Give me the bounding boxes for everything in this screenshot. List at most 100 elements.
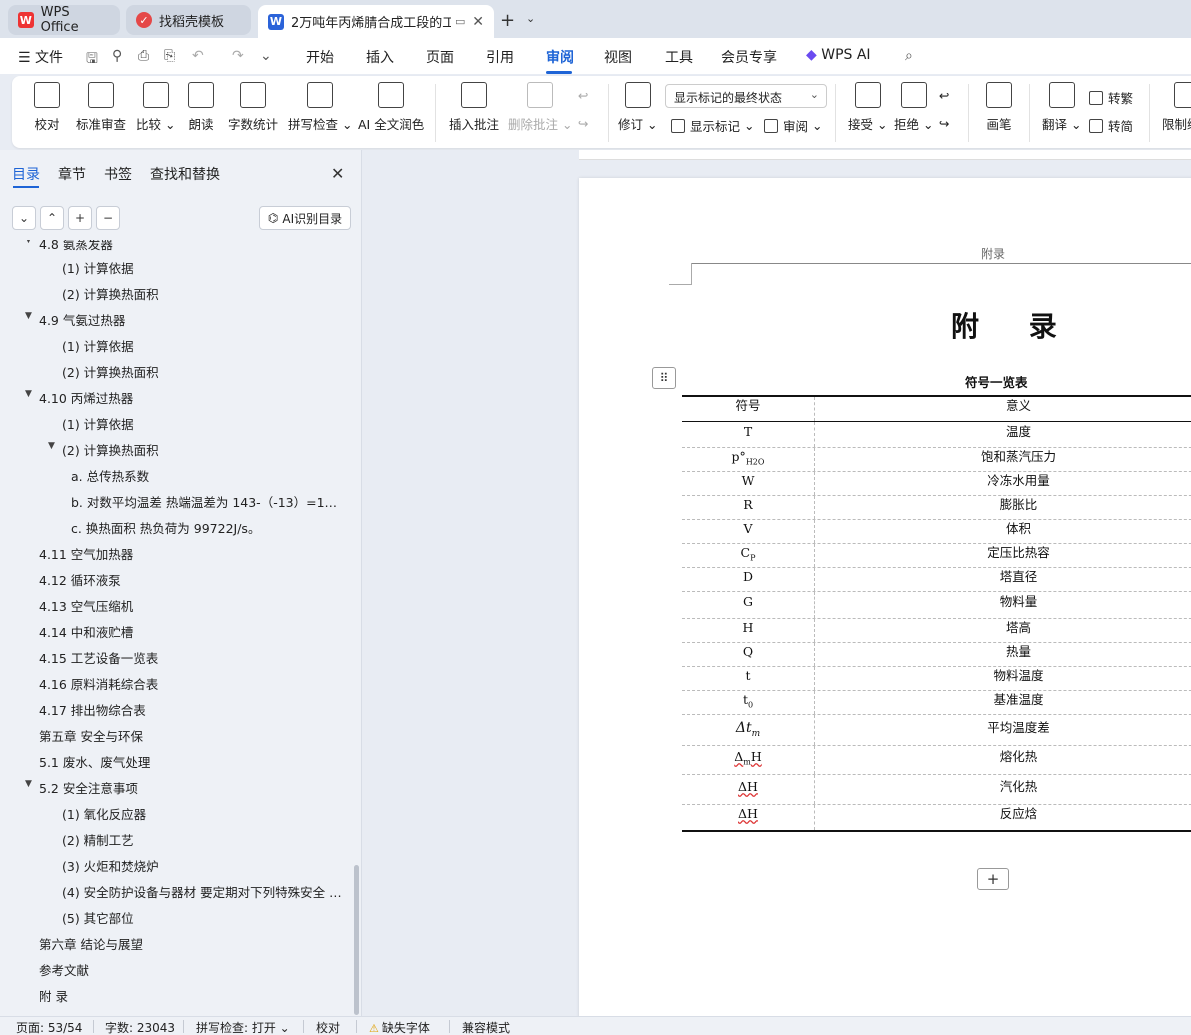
meaning-cell[interactable]: 塔直径	[815, 568, 1191, 591]
file-menu[interactable]: ☰ 文件	[18, 47, 63, 67]
expand-up-button[interactable]: ⌃	[40, 206, 64, 230]
proofread-status[interactable]: 校对	[316, 1019, 340, 1035]
expand-caret-icon[interactable]: ▼	[25, 240, 32, 245]
page-header[interactable]: 附录	[981, 245, 1005, 262]
delete-comment-button[interactable]: 删除批注 ⌄	[508, 82, 572, 133]
remove-heading-button[interactable]: −	[96, 206, 120, 230]
meaning-cell[interactable]: 塔高	[815, 619, 1191, 642]
toc-item[interactable]: (5) 其它部位	[62, 908, 134, 927]
search-icon[interactable]: ⌕	[905, 48, 913, 64]
tab-document[interactable]: W 2万吨年丙烯腈合成工段的工艺 ▭ ✕	[258, 5, 494, 38]
table-move-handle-icon[interactable]: ⠿	[652, 367, 676, 389]
symbol-cell[interactable]: ΔmH	[682, 746, 815, 774]
menu-view[interactable]: 视图	[604, 47, 632, 67]
symbol-cell[interactable]: CP	[682, 544, 815, 567]
meaning-cell[interactable]: 物料量	[815, 592, 1191, 618]
toc-item[interactable]: (1) 氧化反应器	[62, 804, 146, 823]
symbol-cell[interactable]: Δtm	[682, 715, 815, 745]
undo-icon[interactable]: ↶	[192, 48, 204, 64]
meaning-cell[interactable]: 定压比热容	[815, 544, 1191, 567]
toc-item[interactable]: (1) 计算依据	[62, 414, 134, 433]
menu-member[interactable]: 会员专享	[721, 47, 777, 67]
table-header-cell[interactable]: 符号	[682, 397, 815, 421]
add-table-row-button[interactable]: +	[977, 868, 1009, 890]
ai-toc-button[interactable]: ⌬ AI识别目录	[259, 206, 351, 230]
toc-item[interactable]: 第六章 结论与展望	[39, 934, 143, 953]
meaning-cell[interactable]: 冷冻水用量	[815, 472, 1191, 495]
toc-item[interactable]: b. 对数平均温差 热端温差为 143-（-13）=1…	[71, 492, 337, 511]
accept-button[interactable]: 接受 ⌄	[848, 82, 887, 133]
more-icon[interactable]: ⌄	[260, 48, 272, 64]
symbol-cell[interactable]: R	[682, 496, 815, 519]
symbol-cell[interactable]: W	[682, 472, 815, 495]
meaning-cell[interactable]: 基准温度	[815, 691, 1191, 714]
translate-button[interactable]: 翻译 ⌄	[1042, 82, 1081, 133]
word-count[interactable]: 字数: 23043	[105, 1019, 175, 1035]
close-panel-icon[interactable]: ✕	[331, 164, 344, 183]
standard-review-button[interactable]: 标准审查	[76, 82, 126, 133]
symbol-cell[interactable]: t0	[682, 691, 815, 714]
symbol-cell[interactable]: ΔH	[682, 775, 815, 804]
symbol-cell[interactable]: H	[682, 619, 815, 642]
chevron-down-icon[interactable]: ⌄	[526, 12, 535, 25]
previous-change-icon[interactable]: ↩	[939, 88, 949, 103]
tab-template[interactable]: ✓ 找稻壳模板	[126, 5, 251, 35]
meaning-cell[interactable]: 热量	[815, 643, 1191, 666]
toc-item[interactable]: a. 总传热系数	[71, 466, 149, 485]
symbol-cell[interactable]: ΔH	[682, 805, 815, 830]
table-header-cell[interactable]: 意义	[815, 397, 1191, 421]
expand-caret-icon[interactable]: ▼	[25, 389, 32, 399]
toc-item[interactable]: (3) 火炬和焚烧炉	[62, 856, 159, 875]
next-comment-icon[interactable]: ↪	[578, 116, 588, 131]
spell-check-status[interactable]: 拼写检查: 打开 ⌄	[196, 1019, 290, 1035]
symbol-cell[interactable]: t	[682, 667, 815, 690]
toc-item[interactable]: 4.12 循环液泵	[39, 570, 121, 589]
collapse-all-button[interactable]: ⌄	[12, 206, 36, 230]
next-change-icon[interactable]: ↪	[939, 116, 949, 131]
to-traditional-button[interactable]: 转繁	[1089, 88, 1133, 107]
reject-button[interactable]: 拒绝 ⌄	[894, 82, 933, 133]
toc-item[interactable]: 4.13 空气压缩机	[39, 596, 133, 615]
meaning-cell[interactable]: 体积	[815, 520, 1191, 543]
add-heading-button[interactable]: +	[68, 206, 92, 230]
toc-item[interactable]: ▼ 5.2 安全注意事项	[25, 778, 138, 797]
revise-button[interactable]: 修订 ⌄	[618, 82, 657, 133]
menu-tools[interactable]: 工具	[665, 47, 693, 67]
pen-button[interactable]: 画笔	[986, 82, 1012, 133]
to-simplified-button[interactable]: 转简	[1089, 116, 1133, 135]
symbol-cell[interactable]: p°H2O	[682, 448, 815, 471]
word-count-button[interactable]: 字数统计	[228, 82, 278, 133]
meaning-cell[interactable]: 平均温度差	[815, 715, 1191, 745]
insert-comment-button[interactable]: 插入批注	[449, 82, 499, 133]
format-painter-icon[interactable]: ⚲	[112, 48, 122, 64]
menu-review[interactable]: 审阅	[546, 47, 574, 67]
toc-item[interactable]: (2) 计算换热面积	[62, 284, 159, 303]
toc-item[interactable]: 4.11 空气加热器	[39, 544, 133, 563]
toc-item[interactable]: (1) 计算依据	[62, 258, 134, 277]
restrict-edit-button[interactable]: 限制编	[1162, 82, 1191, 133]
tab-toc[interactable]: 目录	[12, 164, 40, 184]
tab-bookmarks[interactable]: 书签	[104, 164, 132, 184]
previous-comment-icon[interactable]: ↩	[578, 88, 588, 103]
tab-wps-office[interactable]: W WPS Office	[8, 5, 120, 35]
screen-icon[interactable]: ▭	[455, 15, 465, 28]
compare-button[interactable]: 比较 ⌄	[136, 82, 175, 133]
show-markup-button[interactable]: 显示标记 ⌄	[671, 116, 754, 135]
menu-start[interactable]: 开始	[306, 47, 334, 67]
tab-find-replace[interactable]: 查找和替换	[150, 164, 220, 184]
menu-wps-ai[interactable]: ◆ WPS AI	[806, 47, 871, 63]
read-aloud-button[interactable]: 朗读	[188, 82, 214, 133]
toc-item[interactable]: 参考文献	[39, 960, 89, 979]
meaning-cell[interactable]: 饱和蒸汽压力	[815, 448, 1191, 471]
toc-item[interactable]: ▼ 4.10 丙烯过热器	[25, 388, 133, 407]
save-icon[interactable]: 🖫	[86, 48, 98, 72]
meaning-cell[interactable]: 汽化热	[815, 775, 1191, 804]
toc-item[interactable]: (2) 计算换热面积	[62, 362, 159, 381]
spell-check-button[interactable]: 拼写检查 ⌄	[288, 82, 352, 133]
symbol-cell[interactable]: V	[682, 520, 815, 543]
toc-scrollbar[interactable]	[354, 865, 359, 1015]
symbol-cell[interactable]: Q	[682, 643, 815, 666]
redo-icon[interactable]: ↷	[232, 48, 244, 64]
document-title[interactable]: 附 录	[951, 305, 1077, 345]
meaning-cell[interactable]: 反应焓	[815, 805, 1191, 830]
